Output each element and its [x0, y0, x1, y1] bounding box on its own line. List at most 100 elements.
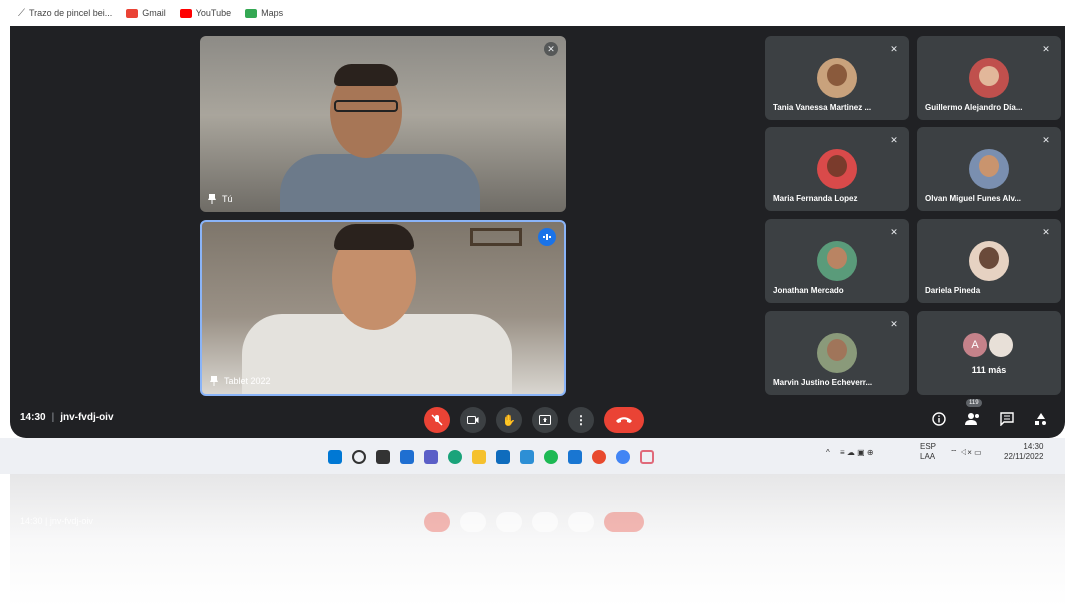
participant-name: Olvan Miguel Funes Alv...	[925, 194, 1022, 203]
camera-icon	[467, 416, 479, 424]
chat-button[interactable]	[996, 408, 1018, 430]
chevron-up-icon[interactable]: ^	[826, 448, 830, 457]
participant-tile[interactable]: ✕ Jonathan Mercado	[765, 219, 909, 303]
participant-name: Jonathan Mercado	[773, 286, 844, 295]
chrome-icon[interactable]	[616, 450, 630, 464]
participant-tile[interactable]: ✕ Olvan Miguel Funes Alv...	[917, 127, 1061, 211]
meeting-info: 14:30 | jnv-fvdj-oiv	[20, 412, 114, 423]
self-body	[280, 154, 480, 212]
mic-off-icon: ✕	[890, 318, 898, 329]
people-button[interactable]: 119	[962, 399, 984, 430]
meeting-separator: |	[51, 412, 55, 423]
office-icon[interactable]	[592, 450, 606, 464]
wall-frame	[470, 228, 522, 246]
more-participants-tile[interactable]: A 111 más	[917, 311, 1061, 395]
screen-reflection: 14:30 | jnv-fvdj-oiv	[0, 474, 1065, 607]
speaker-hair	[334, 224, 414, 250]
mic-off-icon: ✕	[1042, 226, 1050, 237]
brush-icon: ⟋	[18, 7, 25, 19]
participant-avatar	[969, 58, 1009, 98]
store-icon[interactable]	[520, 450, 534, 464]
camera-toggle-button[interactable]	[460, 407, 486, 433]
widgets-icon[interactable]	[400, 450, 414, 464]
hang-up-icon	[616, 417, 632, 423]
info-icon	[932, 412, 946, 426]
end-call-button[interactable]	[604, 407, 644, 433]
more-avatar-photo	[989, 333, 1013, 357]
speaker-video-tile[interactable]: Tablet 2022	[200, 220, 566, 396]
reflection-hand	[496, 512, 522, 532]
gmail-icon	[126, 8, 139, 18]
reflection-camera	[460, 512, 486, 532]
mic-off-icon: ✕	[1042, 134, 1050, 145]
mic-off-icon	[431, 414, 443, 426]
shapes-icon	[1035, 413, 1046, 425]
participant-name: Guillermo Alejandro Día...	[925, 103, 1023, 112]
mic-off-icon: ✕	[890, 43, 898, 54]
mail-icon[interactable]	[496, 450, 510, 464]
clock[interactable]: 14:30 22/11/2022	[1004, 442, 1043, 462]
participant-tile[interactable]: ✕ Marvin Justino Echeverr...	[765, 311, 909, 395]
chat-icon	[1000, 412, 1014, 426]
reflection-mic	[424, 512, 450, 532]
maps-icon	[245, 8, 258, 18]
file-explorer-icon[interactable]	[472, 450, 486, 464]
reflection-more	[568, 512, 594, 532]
participant-avatar	[817, 241, 857, 281]
speaking-indicator-icon	[538, 228, 556, 246]
mic-off-icon: ✕	[890, 134, 898, 145]
participant-tile[interactable]: ✕ Maria Fernanda Lopez	[765, 127, 909, 211]
self-hair	[334, 64, 398, 86]
spotify-icon[interactable]	[544, 450, 558, 464]
participant-name: Tania Vanessa Martinez ...	[773, 103, 872, 112]
more-participants-label: 111 más	[971, 365, 1007, 375]
pin-icon	[210, 376, 218, 386]
bookmark-label: YouTube	[195, 8, 232, 18]
present-screen-button[interactable]	[532, 407, 558, 433]
bookmark-label: Gmail	[142, 8, 166, 18]
bookmark-youtube[interactable]: YouTube	[179, 8, 232, 18]
hand-icon: ✋	[502, 414, 516, 427]
bookmark-trazo[interactable]: ⟋ Trazo de pincel bei...	[18, 8, 112, 19]
activities-button[interactable]	[1030, 408, 1052, 430]
reflection-text: 14:30 | jnv-fvdj-oiv	[20, 516, 93, 526]
reflection-end	[604, 512, 644, 532]
participant-name: Marvin Justino Echeverr...	[773, 378, 873, 387]
search-icon[interactable]	[352, 450, 366, 464]
more-options-button[interactable]: ⋮	[568, 407, 594, 433]
meeting-time: 14:30	[20, 412, 46, 423]
more-avatar-letter: A	[963, 333, 987, 357]
photos-icon[interactable]	[568, 450, 582, 464]
mic-off-icon: ✕	[890, 226, 898, 237]
participant-avatar	[969, 241, 1009, 281]
youtube-icon	[179, 8, 192, 18]
participant-count-badge: 119	[966, 399, 982, 407]
raise-hand-button[interactable]: ✋	[496, 407, 522, 433]
edge-icon[interactable]	[448, 450, 462, 464]
task-view-icon[interactable]	[376, 450, 390, 464]
participant-tile[interactable]: ✕ Tania Vanessa Martinez ...	[765, 36, 909, 120]
participant-avatar	[817, 333, 857, 373]
meeting-details-button[interactable]	[928, 408, 950, 430]
participant-avatar	[817, 58, 857, 98]
bookmark-maps[interactable]: Maps	[245, 8, 283, 18]
wifi-volume-battery-icons[interactable]: ⌔ ◁× ▭	[950, 448, 982, 458]
participant-avatar	[969, 149, 1009, 189]
participant-name: Dariela Pineda	[925, 286, 981, 295]
participant-tile[interactable]: ✕ Guillermo Alejandro Día...	[917, 36, 1061, 120]
self-glasses	[334, 100, 398, 112]
speaker-name-label: Tablet 2022	[210, 376, 271, 386]
self-video-tile[interactable]: ✕ Tú	[200, 36, 566, 212]
mic-toggle-button[interactable]	[424, 407, 450, 433]
tray-icons[interactable]: ≡ ☁ ▣ ⊕	[840, 448, 874, 457]
language-indicator[interactable]: ESP LAA	[920, 442, 936, 462]
participant-tile[interactable]: ✕ Dariela Pineda	[917, 219, 1061, 303]
chat-app-icon[interactable]	[424, 450, 438, 464]
mic-off-icon: ✕	[544, 42, 558, 56]
snipping-tool-icon[interactable]	[640, 450, 654, 464]
windows-start-icon[interactable]	[328, 450, 342, 464]
bookmark-label: Trazo de pincel bei...	[29, 8, 113, 18]
present-icon	[539, 415, 551, 425]
bookmark-gmail[interactable]: Gmail	[126, 8, 166, 18]
more-vert-icon: ⋮	[575, 413, 587, 427]
